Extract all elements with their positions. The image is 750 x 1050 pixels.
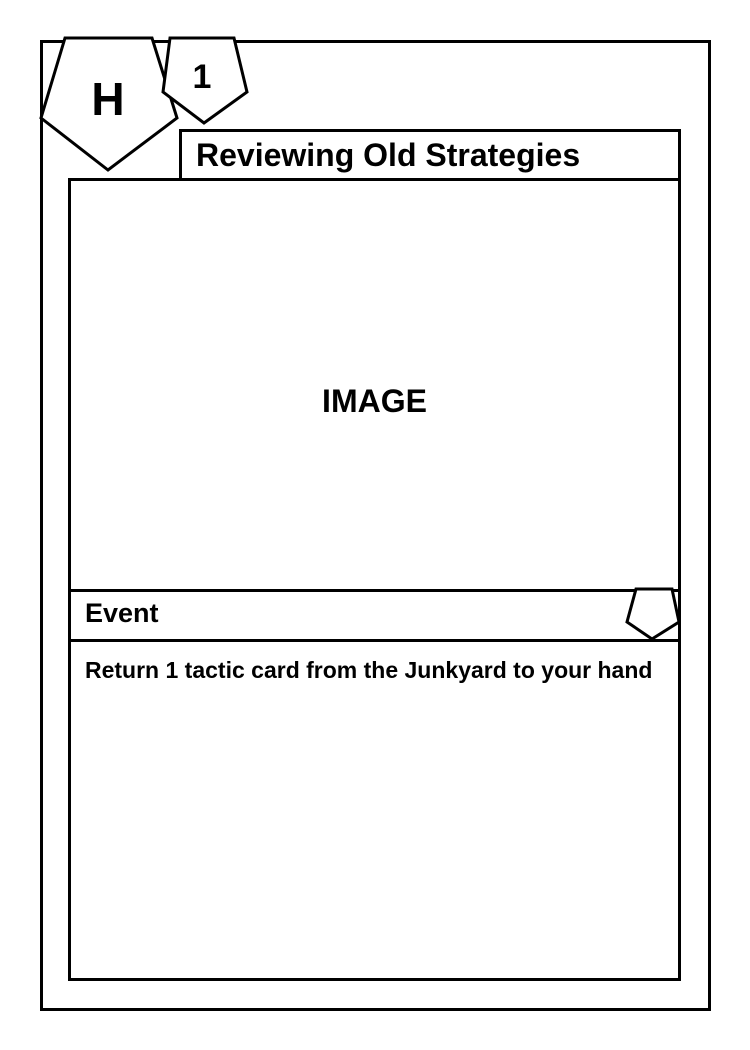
badge-overlay	[39, 36, 681, 641]
type-pentagon-icon	[625, 587, 681, 641]
corner-badge-letter: H	[91, 73, 125, 125]
cost-badge-number: 1	[192, 58, 212, 96]
